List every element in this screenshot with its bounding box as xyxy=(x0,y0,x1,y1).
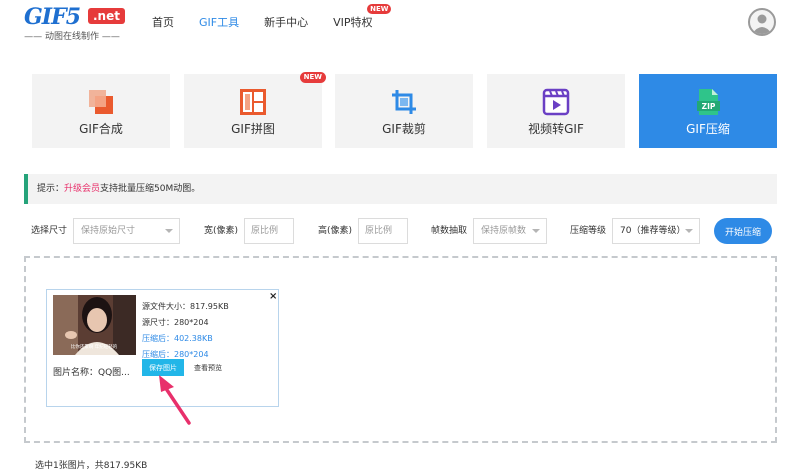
image-card: 比你还累啊 年纪轻轻的 × 源文件大小：817.95KB 源尺寸：280*204… xyxy=(46,289,279,407)
crop-icon xyxy=(392,90,416,114)
upload-drop-zone[interactable]: 比你还累啊 年纪轻轻的 × 源文件大小：817.95KB 源尺寸：280*204… xyxy=(24,256,777,443)
selection-summary: 选中1张图片，共817.95KB xyxy=(35,461,148,471)
image-name: 图片名称：QQ图... xyxy=(53,368,130,378)
logo-net-badge: .net xyxy=(88,8,125,24)
collage-icon xyxy=(240,89,266,115)
merge-icon xyxy=(89,90,113,114)
tip-bar: 提示：升级会员支持批量压缩50M动图。 xyxy=(24,174,777,204)
height-input[interactable] xyxy=(358,218,408,244)
nav-item-beginner[interactable]: 新手中心 xyxy=(264,14,308,30)
header: GIF5 .net —— 动图在线制作 —— 首页 GIF工具 新手中心 VIP… xyxy=(0,0,800,44)
tool-label: GIF裁剪 xyxy=(382,122,426,136)
frame-select-value: 保持原帧数 xyxy=(481,226,527,236)
nav-item-vip[interactable]: VIP特权 NEW xyxy=(333,4,392,30)
nav-item-vip-label: VIP特权 xyxy=(333,16,373,29)
compressed-size: 压缩后：402.38KB xyxy=(142,334,213,343)
close-icon[interactable]: × xyxy=(269,291,277,302)
chevron-down-icon xyxy=(165,229,173,233)
original-size: 源文件大小：817.95KB xyxy=(142,302,229,311)
tool-label: 视频转GIF xyxy=(528,122,584,136)
upgrade-member-link[interactable]: 升级会员 xyxy=(64,184,100,194)
logo-subtitle: —— 动图在线制作 —— xyxy=(24,32,120,42)
original-dimensions: 源尺寸：280*204 xyxy=(142,318,209,327)
image-thumbnail[interactable]: 比你还累啊 年纪轻轻的 xyxy=(53,295,136,355)
svg-text:ZIP: ZIP xyxy=(702,102,716,111)
tool-gif-compress[interactable]: ZIP GIF压缩 xyxy=(639,74,777,148)
size-select-value: 保持原始尺寸 xyxy=(81,226,136,236)
width-label: 宽(像素) xyxy=(204,226,239,236)
video-icon xyxy=(542,88,570,116)
width-input[interactable] xyxy=(244,218,294,244)
nav-item-gif-tools[interactable]: GIF工具 xyxy=(199,14,239,30)
tool-gif-merge[interactable]: GIF合成 xyxy=(32,74,170,148)
tool-gif-collage[interactable]: GIF拼图 NEW xyxy=(184,72,326,148)
frame-label: 帧数抽取 xyxy=(431,226,468,236)
save-image-button[interactable]: 保存图片 xyxy=(142,359,184,376)
level-select-value: 70（推荐等级） xyxy=(620,226,686,236)
new-badge: NEW xyxy=(299,72,326,83)
thumb-caption: 比你还累啊 年纪轻轻的 xyxy=(71,343,118,350)
logo-text: GIF5 xyxy=(24,4,81,30)
tool-video-to-gif[interactable]: 视频转GIF xyxy=(487,74,625,148)
chevron-down-icon xyxy=(532,229,540,233)
frame-select[interactable]: 保持原帧数 xyxy=(473,218,547,244)
new-badge: NEW xyxy=(367,4,392,14)
tool-label: GIF压缩 xyxy=(686,122,730,136)
nav-item-home[interactable]: 首页 xyxy=(152,14,174,30)
zip-icon: ZIP xyxy=(697,89,720,115)
level-select[interactable]: 70（推荐等级） xyxy=(612,218,700,244)
chevron-down-icon xyxy=(685,229,693,233)
tool-label: GIF拼图 xyxy=(231,122,275,136)
main-nav: 首页 GIF工具 新手中心 VIP特权 NEW xyxy=(152,0,398,44)
logo[interactable]: GIF5 .net —— 动图在线制作 —— xyxy=(22,4,125,42)
compress-options: 选择尺寸 保持原始尺寸 宽(像素) 高(像素) 帧数抽取 保持原帧数 压缩等级 … xyxy=(0,218,800,244)
start-compress-button[interactable]: 开始压缩 xyxy=(714,218,772,244)
tool-label: GIF合成 xyxy=(79,122,123,136)
view-preview-link[interactable]: 查看预览 xyxy=(194,363,222,373)
tool-list: GIF合成 GIF拼图 NEW GIF裁剪 视频转GIF ZIP GIF压缩 xyxy=(32,72,777,148)
user-avatar-icon[interactable] xyxy=(748,8,776,36)
tool-gif-crop[interactable]: GIF裁剪 xyxy=(335,74,473,148)
size-select[interactable]: 保持原始尺寸 xyxy=(73,218,180,244)
size-label: 选择尺寸 xyxy=(31,226,68,236)
tip-text: 支持批量压缩50M动图。 xyxy=(100,184,201,194)
level-label: 压缩等级 xyxy=(570,226,607,236)
tip-prefix: 提示： xyxy=(37,184,65,194)
height-label: 高(像素) xyxy=(318,226,353,236)
